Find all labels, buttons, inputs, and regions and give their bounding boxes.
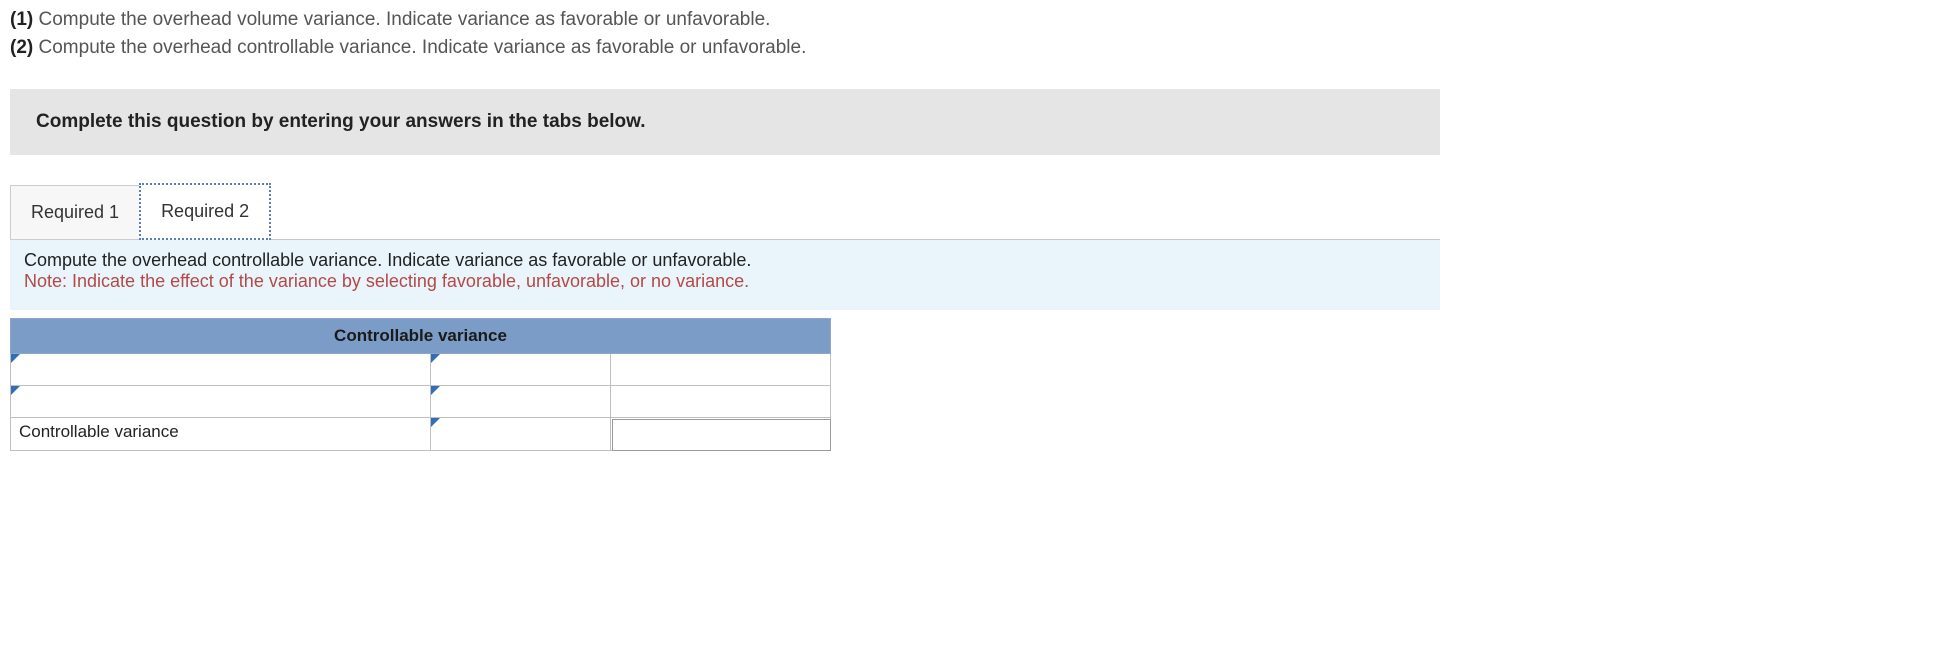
row2-amount-cell[interactable] [431, 386, 611, 418]
row2-extra-cell [611, 386, 831, 418]
question-text: Compute the overhead controllable varian… [39, 37, 807, 58]
row1-extra-cell [611, 354, 831, 386]
footer-amount-cell[interactable] [431, 418, 611, 451]
question-item-1: (1) Compute the overhead volume variance… [10, 6, 1948, 34]
row1-description-input[interactable] [11, 354, 430, 385]
variance-table-wrap: Controllable variance [10, 318, 1948, 451]
row2-description-cell[interactable] [11, 386, 431, 418]
row1-description-cell[interactable] [11, 354, 431, 386]
row1-amount-input[interactable] [431, 354, 610, 385]
tab-panel-required-2: Compute the overhead controllable varian… [10, 239, 1440, 310]
footer-label: Controllable variance [19, 422, 179, 441]
question-list: (1) Compute the overhead volume variance… [10, 6, 1948, 61]
tabs-row: Required 1 Required 2 [10, 183, 1948, 240]
table-footer-row: Controllable variance [11, 418, 831, 451]
row2-extra [611, 386, 830, 417]
controllable-variance-table: Controllable variance [10, 318, 831, 451]
tab-required-2[interactable]: Required 2 [139, 183, 271, 240]
panel-note: Note: Indicate the effect of the varianc… [24, 271, 1426, 292]
row1-amount-cell[interactable] [431, 354, 611, 386]
table-header-text: Controllable variance [334, 326, 507, 345]
row1-extra [611, 354, 830, 385]
tab-label: Required 2 [161, 201, 249, 221]
dropdown-indicator-icon [431, 354, 440, 363]
panel-instruction: Compute the overhead controllable varian… [24, 250, 1426, 271]
dropdown-indicator-icon [431, 418, 440, 427]
question-number: (2) [10, 37, 33, 58]
row2-amount-input[interactable] [431, 386, 610, 417]
dropdown-indicator-icon [11, 354, 20, 363]
instruction-bar: Complete this question by entering your … [10, 89, 1440, 155]
question-text: Compute the overhead volume variance. In… [39, 9, 771, 30]
footer-effect-cell[interactable] [611, 418, 831, 451]
footer-label-cell: Controllable variance [11, 418, 431, 451]
question-number: (1) [10, 9, 33, 30]
table-row [11, 386, 831, 418]
question-item-2: (2) Compute the overhead controllable va… [10, 34, 1948, 62]
dropdown-indicator-icon [11, 386, 20, 395]
instruction-text: Complete this question by entering your … [36, 111, 646, 132]
tab-label: Required 1 [31, 202, 119, 222]
tab-required-1[interactable]: Required 1 [10, 185, 140, 240]
dropdown-indicator-icon [431, 386, 440, 395]
table-header: Controllable variance [11, 319, 831, 354]
table-row [11, 354, 831, 386]
footer-amount-input[interactable] [431, 418, 610, 450]
footer-effect-select[interactable] [612, 419, 831, 451]
row2-description-input[interactable] [11, 386, 430, 417]
